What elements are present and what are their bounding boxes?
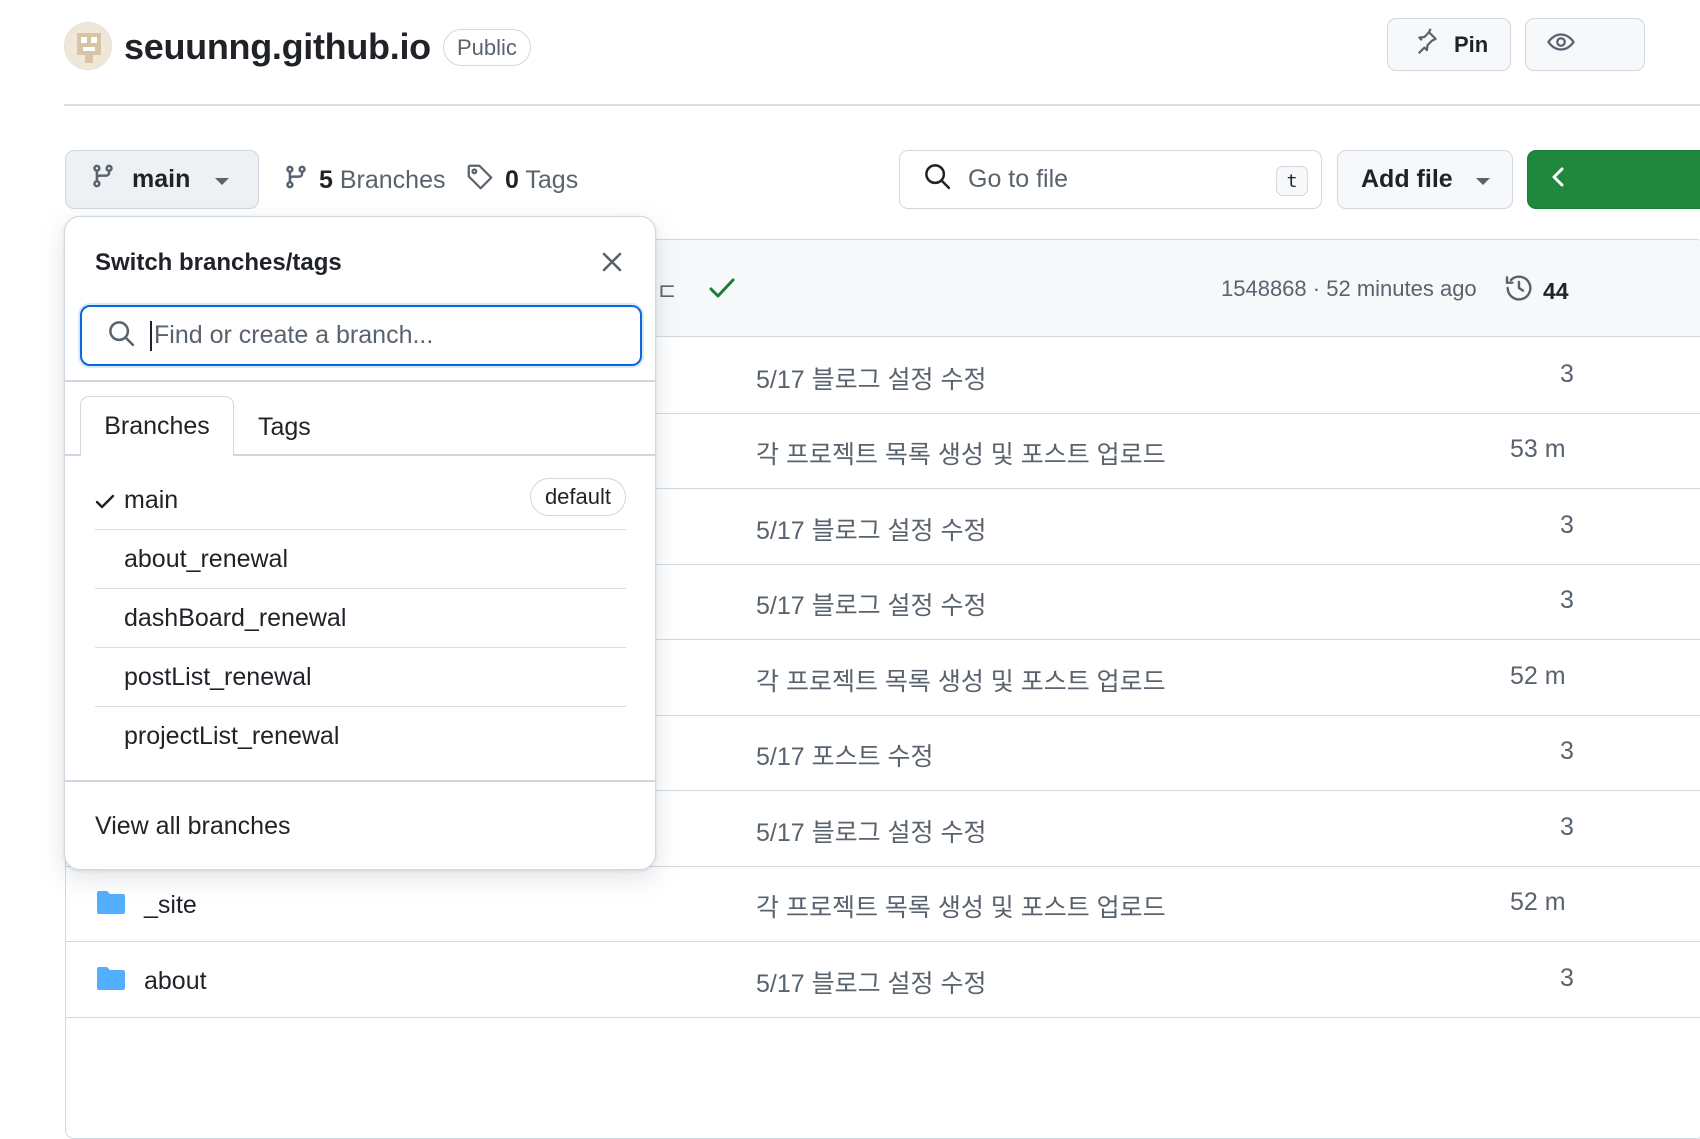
branch-item-about-renewal[interactable]: about_renewal — [95, 530, 626, 589]
branch-item-postlist-renewal[interactable]: postList_renewal — [95, 648, 626, 707]
branch-name: dashBoard_renewal — [124, 604, 347, 632]
row-commit-message[interactable]: 각 프로젝트 목록 생성 및 포스트 업로드 — [756, 662, 1166, 698]
table-row[interactable]: about 5/17 블로그 설정 수정 3 — [66, 943, 1700, 1018]
text-cursor — [150, 320, 152, 351]
branch-name: about_renewal — [124, 545, 289, 573]
history-icon — [1503, 272, 1535, 310]
row-commit-time: 3 — [1560, 360, 1574, 388]
close-icon[interactable] — [598, 248, 626, 276]
eye-icon — [1546, 27, 1576, 63]
branch-name: main — [124, 486, 179, 514]
pin-label: Pin — [1454, 31, 1489, 57]
row-commit-message[interactable]: 각 프로젝트 목록 생성 및 포스트 업로드 — [756, 888, 1166, 924]
check-icon — [95, 494, 115, 515]
search-icon — [106, 318, 136, 353]
tags-count: 0 — [505, 166, 519, 194]
code-button[interactable] — [1527, 150, 1700, 209]
current-branch-label: main — [132, 165, 191, 193]
go-to-file-input[interactable]: Go to file t — [899, 150, 1322, 209]
folder-icon — [96, 889, 126, 922]
branches-count: 5 — [319, 166, 333, 194]
view-all-branches-link[interactable]: View all branches — [95, 812, 290, 841]
tab-branches[interactable]: Branches — [80, 396, 234, 456]
branches-link[interactable]: 5 Branches — [283, 162, 445, 199]
row-commit-time: 3 — [1560, 586, 1574, 614]
branch-item-main[interactable]: main default — [95, 471, 626, 530]
visibility-badge: Public — [443, 29, 531, 66]
file-name[interactable]: _site — [96, 889, 197, 922]
dropdown-divider — [65, 380, 655, 382]
row-commit-time: 52 m — [1510, 888, 1566, 916]
commit-time: 52 minutes ago — [1326, 276, 1477, 301]
file-name[interactable]: about — [96, 965, 207, 998]
watch-button[interactable] — [1525, 18, 1645, 71]
row-commit-message[interactable]: 5/17 블로그 설정 수정 — [756, 511, 987, 547]
tag-icon — [465, 162, 495, 199]
table-row[interactable]: _site 각 프로젝트 목록 생성 및 포스트 업로드 52 m — [66, 867, 1700, 942]
row-commit-time: 3 — [1560, 511, 1574, 539]
header-divider — [64, 104, 1700, 106]
chevron-down-icon — [214, 165, 230, 194]
commit-meta: 1548868 · 52 minutes ago — [1221, 276, 1477, 302]
add-file-button[interactable]: Add file — [1337, 150, 1513, 209]
commit-history-link[interactable]: 44 — [1503, 272, 1569, 310]
folder-name: _site — [144, 891, 197, 919]
branch-selector-button[interactable]: main — [65, 150, 259, 209]
row-commit-time: 3 — [1560, 737, 1574, 765]
git-branch-icon — [90, 161, 116, 198]
row-commit-time: 3 — [1560, 813, 1574, 841]
commit-hash[interactable]: 1548868 — [1221, 276, 1307, 301]
keyboard-shortcut-hint: t — [1276, 166, 1308, 196]
row-commit-time: 53 m — [1510, 435, 1566, 463]
chevron-down-icon — [1475, 165, 1491, 194]
branch-name: postList_renewal — [124, 663, 312, 691]
code-icon — [1550, 165, 1566, 194]
commit-count: 44 — [1543, 277, 1569, 304]
dropdown-divider — [65, 780, 655, 782]
branch-item-dashboard-renewal[interactable]: dashBoard_renewal — [95, 589, 626, 648]
row-commit-message[interactable]: 각 프로젝트 목록 생성 및 포스트 업로드 — [756, 435, 1166, 471]
git-branch-icon — [283, 162, 309, 199]
branch-item-projectlist-renewal[interactable]: projectList_renewal — [95, 707, 626, 766]
go-to-file-placeholder: Go to file — [968, 165, 1069, 193]
row-commit-message[interactable]: 5/17 블로그 설정 수정 — [756, 964, 987, 1000]
branch-name: projectList_renewal — [124, 722, 340, 750]
branches-label: Branches — [339, 166, 446, 194]
folder-icon — [96, 965, 126, 998]
commit-separator: · — [1312, 276, 1321, 301]
row-commit-message[interactable]: 5/17 포스트 수정 — [756, 737, 934, 773]
search-icon — [922, 161, 952, 198]
tags-label: Tags — [525, 166, 579, 194]
row-commit-message[interactable]: 5/17 블로그 설정 수정 — [756, 586, 987, 622]
check-icon[interactable] — [708, 276, 736, 305]
dropdown-title: Switch branches/tags — [95, 249, 342, 276]
repo-owner-avatar[interactable] — [64, 22, 112, 70]
branch-switcher-dropdown: Switch branches/tags Branches Tags main … — [64, 216, 656, 870]
row-commit-time: 52 m — [1510, 662, 1566, 690]
latest-commit-message[interactable]: ㄷ — [656, 272, 678, 307]
repo-name[interactable]: seuunng.github.io — [124, 26, 431, 68]
default-badge: default — [529, 478, 626, 516]
tab-tags[interactable]: Tags — [258, 413, 311, 442]
add-file-label: Add file — [1361, 165, 1453, 193]
pin-icon — [1410, 27, 1440, 63]
tags-link[interactable]: 0 Tags — [465, 162, 578, 199]
pin-button[interactable]: Pin — [1387, 18, 1511, 71]
row-commit-message[interactable]: 5/17 블로그 설정 수정 — [756, 813, 987, 849]
row-commit-time: 3 — [1560, 964, 1574, 992]
row-commit-message[interactable]: 5/17 블로그 설정 수정 — [756, 360, 987, 396]
branch-search-field[interactable] — [80, 305, 642, 366]
branch-search-input[interactable] — [154, 321, 594, 350]
folder-name: about — [144, 967, 207, 995]
